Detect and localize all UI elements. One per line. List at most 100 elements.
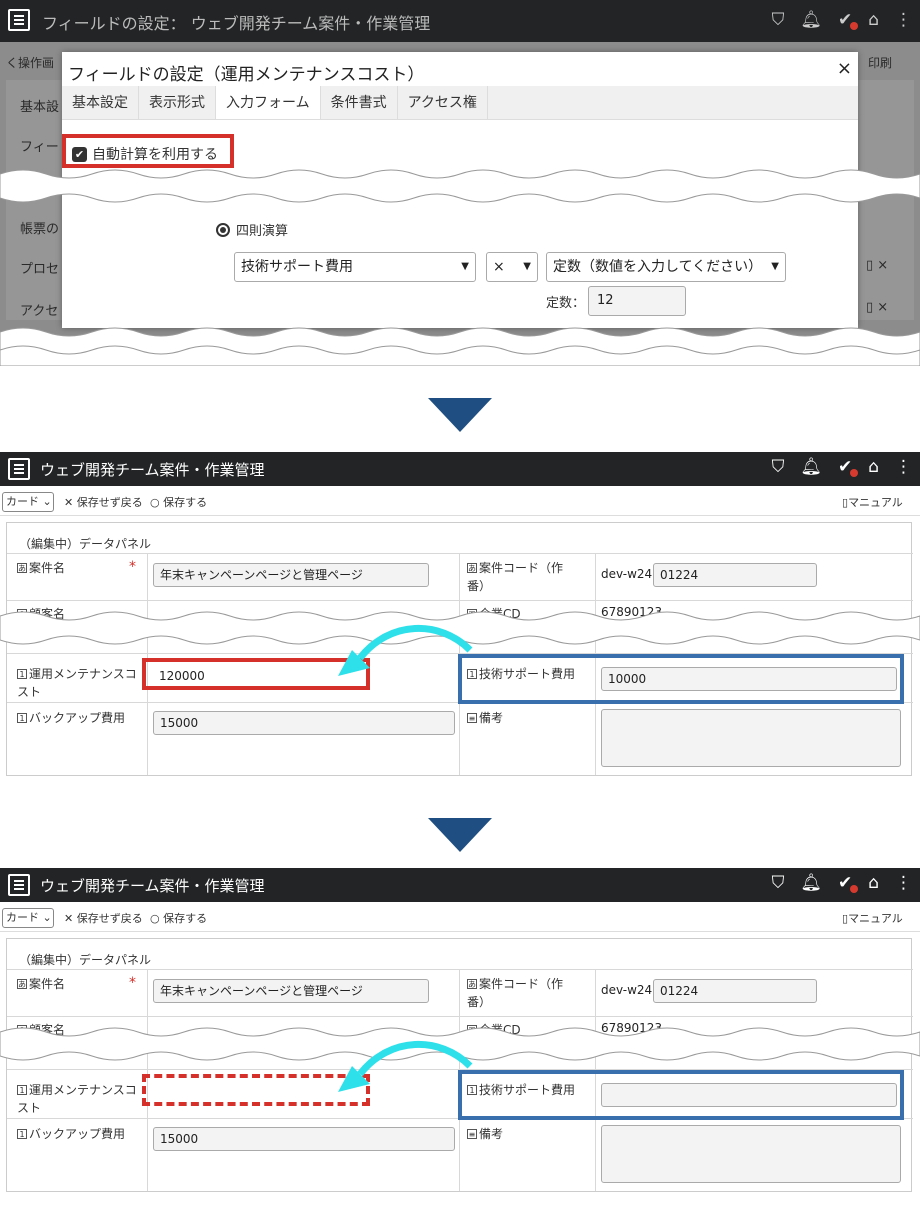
more-icon[interactable]: ⋮	[895, 873, 912, 893]
constant-select-value: 定数（数値を入力してください）	[553, 259, 763, 275]
app-title: ウェブ開発チーム案件・作業管理	[40, 877, 265, 895]
bg-row-actions-2: ▯ ×	[866, 300, 889, 315]
home-icon[interactable]: ⌂	[868, 873, 879, 893]
text-type-icon: あ	[17, 563, 27, 573]
tab-access[interactable]: アクセス権	[398, 86, 488, 119]
settings-title-bar: フィールドの設定： ウェブ開発チーム案件・作業管理 ⛉ 🔔︎ ✔ ⌂ ⋮	[0, 0, 920, 42]
discard-button[interactable]: ✕ 保存せず戻る	[64, 494, 143, 510]
close-icon: ✕	[64, 912, 74, 925]
case-name-input[interactable]: 年末キャンペーンページと管理ページ	[153, 979, 429, 1003]
wave-cut-bottom	[0, 327, 920, 366]
menu-icon[interactable]	[8, 9, 30, 31]
bell-icon[interactable]: 🔔︎	[800, 457, 822, 477]
bell-icon[interactable]: 🔔︎	[800, 10, 822, 30]
backup-cost-input[interactable]: 15000	[153, 711, 455, 735]
view-select[interactable]: カード ⌄	[2, 492, 54, 512]
toolbar: カード ⌄ ✕ 保存せず戻る ○ 保存する ▯マニュアル	[0, 488, 920, 516]
manual-link[interactable]: ▯マニュアル	[842, 494, 903, 510]
case-code-prefix: dev-w24	[601, 983, 653, 997]
circle-icon: ○	[150, 912, 160, 925]
required-icon: *	[129, 975, 136, 991]
check-icon[interactable]: ✔	[838, 873, 859, 893]
case-code-input[interactable]: 01224	[653, 563, 817, 587]
more-icon[interactable]: ⋮	[895, 10, 912, 30]
app-title-bar: ウェブ開発チーム案件・作業管理 ⛉ 🔔︎ ✔ ⌂ ⋮	[0, 868, 920, 902]
bell-icon[interactable]: 🔔︎	[800, 873, 822, 893]
circle-icon: ○	[150, 496, 160, 509]
field-select-value: 技術サポート費用	[241, 259, 353, 275]
maint-cost-label: 1 運用メンテナンスコスト	[17, 667, 137, 699]
manual-label: マニュアル	[848, 912, 903, 925]
text-type-icon: あ	[467, 563, 477, 573]
case-name-input[interactable]: 年末キャンペーンページと管理ページ	[153, 563, 429, 587]
case-name-label: あ案件名	[17, 561, 66, 575]
textarea-type-icon: ≡	[467, 713, 477, 723]
number-type-icon: 1	[17, 713, 27, 723]
menu-icon[interactable]	[8, 874, 30, 896]
save-button[interactable]: ○ 保存する	[150, 494, 207, 510]
view-select-value: カード	[6, 495, 39, 508]
check-icon[interactable]: ✔	[838, 457, 859, 477]
close-icon[interactable]: ×	[837, 58, 852, 79]
save-label: 保存する	[163, 912, 208, 925]
dialog-title: フィールドの設定（運用メンテナンスコスト）	[68, 65, 425, 85]
shield-icon[interactable]: ⛉	[772, 457, 785, 477]
highlight-tech-support	[458, 654, 904, 704]
chevron-down-icon: ▼	[771, 261, 779, 272]
print-link: 印刷	[868, 56, 893, 70]
number-type-icon: 1	[17, 1129, 27, 1139]
note-textarea[interactable]	[601, 1125, 901, 1183]
operator-select-value: ×	[493, 259, 505, 275]
case-code-input[interactable]: 01224	[653, 979, 817, 1003]
discard-label: 保存せず戻る	[76, 496, 143, 509]
manual-link[interactable]: ▯マニュアル	[842, 910, 903, 926]
backup-cost-label: 1 バックアップ費用	[17, 1125, 125, 1143]
constant-input[interactable]: 12	[588, 286, 686, 316]
toolbar: カード ⌄ ✕ 保存せず戻る ○ 保存する ▯マニュアル	[0, 904, 920, 932]
view-select[interactable]: カード ⌄	[2, 908, 54, 928]
shield-icon[interactable]: ⛉	[772, 873, 785, 893]
arithmetic-label: 四則演算	[236, 224, 289, 239]
manual-label: マニュアル	[848, 496, 903, 509]
note-textarea[interactable]	[601, 709, 901, 767]
backup-cost-input[interactable]: 15000	[153, 1127, 455, 1151]
chevron-down-icon: ▼	[461, 261, 469, 272]
tab-input-form[interactable]: 入力フォーム	[216, 86, 321, 119]
menu-icon[interactable]	[8, 458, 30, 480]
constant-select[interactable]: 定数（数値を入力してください） ▼	[546, 252, 786, 282]
note-label: ≡ 備考	[467, 711, 504, 725]
highlight-tech-support	[458, 1070, 904, 1120]
app-title-bar: ウェブ開発チーム案件・作業管理 ⛉ 🔔︎ ✔ ⌂ ⋮	[0, 452, 920, 486]
shield-icon[interactable]: ⛉	[772, 10, 785, 30]
app-title: ウェブ開発チーム案件・作業管理	[40, 461, 265, 479]
discard-button[interactable]: ✕ 保存せず戻る	[64, 910, 143, 926]
wave-cut	[0, 169, 920, 203]
operator-select[interactable]: × ▼	[486, 252, 538, 282]
tab-basic[interactable]: 基本設定	[62, 86, 139, 119]
chevron-down-icon: ▼	[523, 261, 531, 272]
home-icon[interactable]: ⌂	[868, 457, 879, 477]
case-code-label: あ案件コード（作番）	[467, 977, 564, 1009]
number-type-icon: 1	[17, 669, 27, 679]
field-select[interactable]: 技術サポート費用 ▼	[234, 252, 476, 282]
number-type-icon: 1	[17, 1085, 27, 1095]
home-icon[interactable]: ⌂	[868, 10, 879, 30]
arithmetic-radio[interactable]: 四則演算	[216, 220, 288, 239]
maint-cost-label: 1 運用メンテナンスコスト	[17, 1083, 137, 1115]
textarea-type-icon: ≡	[467, 1129, 477, 1139]
tab-conditional[interactable]: 条件書式	[321, 86, 398, 119]
check-icon[interactable]: ✔	[838, 10, 859, 30]
note-label: ≡ 備考	[467, 1127, 504, 1141]
panel-caption: （編集中）データパネル	[19, 537, 152, 551]
case-name-label: あ案件名	[17, 977, 66, 991]
dialog-tabs: 基本設定 表示形式 入力フォーム 条件書式 アクセス権	[62, 86, 858, 120]
bg-row-actions-1: ▯ ×	[866, 258, 889, 273]
curved-arrow-icon	[338, 625, 473, 676]
constant-label: 定数：	[546, 296, 586, 311]
highlight-auto-calc	[62, 134, 234, 168]
save-button[interactable]: ○ 保存する	[150, 910, 207, 926]
tab-display[interactable]: 表示形式	[139, 86, 216, 119]
text-type-icon: あ	[17, 979, 27, 989]
more-icon[interactable]: ⋮	[895, 457, 912, 477]
settings-title: フィールドの設定： ウェブ開発チーム案件・作業管理	[42, 14, 431, 33]
